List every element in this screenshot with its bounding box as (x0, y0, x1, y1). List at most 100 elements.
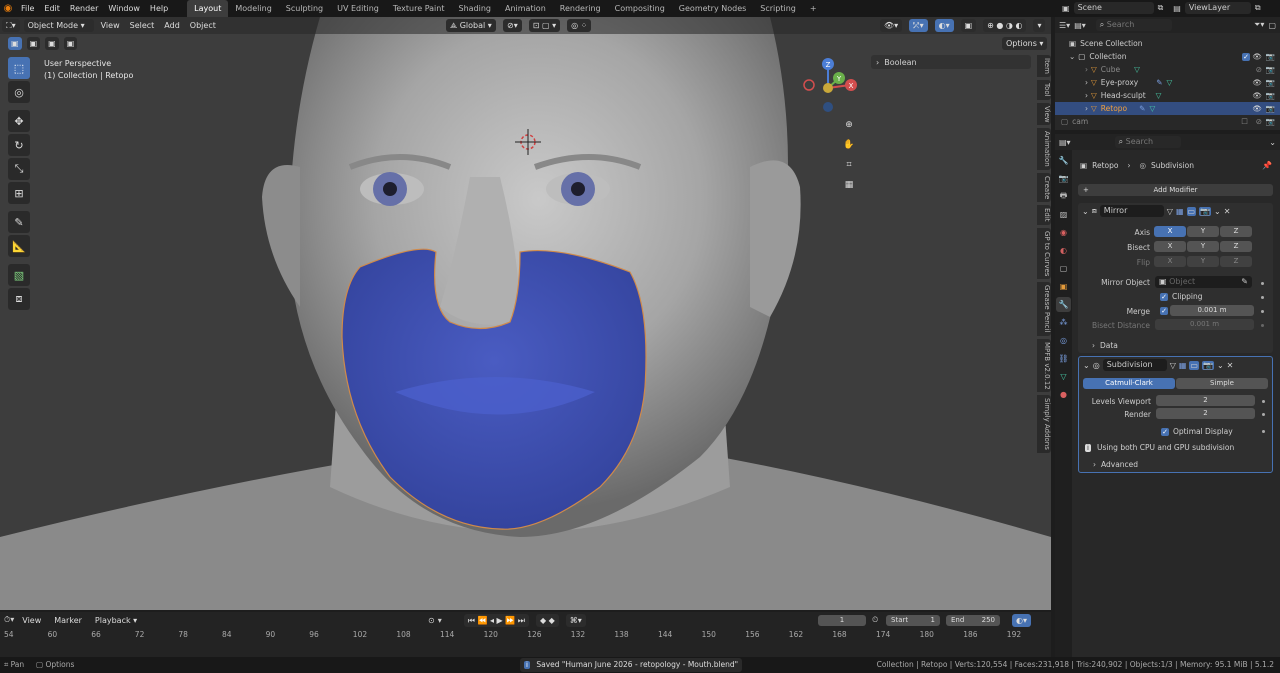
visibility-icon[interactable]: 👁 (1252, 89, 1262, 102)
copy-scene-icon[interactable]: ⧉ (1158, 3, 1164, 13)
modifier-properties-icon[interactable]: 🔧 (1056, 297, 1071, 312)
render-toggle-icon[interactable]: 📷 (1201, 360, 1214, 370)
visibility-icon[interactable]: ⊘ (1256, 115, 1262, 128)
constraints-properties-icon[interactable]: ⛓ (1056, 351, 1071, 366)
flip-z-button[interactable]: Z (1220, 256, 1252, 267)
move-tool-icon[interactable]: ✥ (8, 110, 30, 132)
ortho-grid-icon[interactable]: ▦ (840, 176, 858, 194)
tab-edit[interactable]: Edit (1037, 205, 1051, 225)
mirror-object-field[interactable]: ▣ Object ✎ (1155, 276, 1252, 288)
new-collection-icon[interactable]: ▢ (1268, 21, 1276, 30)
tab-tool[interactable]: Tool (1037, 79, 1051, 100)
tab-geometry-nodes[interactable]: Geometry Nodes (672, 0, 753, 17)
cage-icon[interactable]: ▦ (1176, 207, 1184, 216)
bisect-z-button[interactable]: Z (1220, 241, 1252, 252)
levels-viewport-field[interactable]: 2 (1156, 395, 1255, 406)
viewport-menu-view[interactable]: View (96, 21, 125, 30)
view-layer-properties-icon[interactable]: ▨ (1056, 207, 1071, 222)
view-layer-field[interactable]: ViewLayer (1184, 2, 1251, 14)
navigation-gizmo[interactable]: Z X Y (800, 55, 860, 115)
keyframe-dot-icon[interactable] (1261, 282, 1264, 285)
tab-simply-addons[interactable]: Simply Addons (1037, 395, 1051, 454)
options-dropdown[interactable]: Options ▾ (1002, 37, 1048, 50)
axis-y-button[interactable]: Y (1187, 226, 1219, 237)
edit-mode-icon[interactable]: ▽ (1167, 207, 1173, 216)
current-frame-field[interactable]: 1 (818, 615, 866, 626)
edit-mode-icon[interactable]: ▽ (1170, 361, 1176, 370)
viewport-display-icon[interactable]: ▭ (1189, 360, 1199, 370)
dropdown-icon[interactable]: ⌄ (1217, 361, 1224, 370)
rotate-tool-icon[interactable]: ↻ (8, 134, 30, 156)
add-modifier-button[interactable]: + Add Modifier (1078, 184, 1273, 196)
tab-sculpting[interactable]: Sculpting (279, 0, 330, 17)
clipping-checkbox[interactable]: ✓ (1160, 292, 1168, 301)
camera-view-icon[interactable]: ⌗ (840, 156, 858, 174)
auto-key-icon[interactable]: ⌘▾ (565, 614, 586, 627)
proportional-editing-button[interactable]: ◎ ⁘ (567, 19, 592, 32)
scale-tool-icon[interactable]: ⤡ (8, 158, 30, 180)
tab-texture-paint[interactable]: Texture Paint (386, 0, 452, 17)
tab-animation[interactable]: Animation (1037, 128, 1051, 170)
visibility-icon[interactable]: ⊘ (1256, 63, 1262, 76)
tab-item[interactable]: Item (1037, 55, 1051, 77)
catmull-clark-button[interactable]: Catmull-Clark (1083, 378, 1175, 389)
transport-buttons[interactable]: ⏮ ⏪ ◂ ▶ ⏩ ⏭ (463, 614, 529, 627)
subdivision-name-field[interactable]: Subdivision (1102, 359, 1167, 371)
add-workspace-button[interactable]: + (803, 0, 824, 17)
optimal-display-row[interactable]: ✓ Optimal Display (1161, 427, 1233, 436)
render-icon[interactable]: 📷 (1266, 63, 1275, 76)
chevron-down-icon[interactable]: ⌄ (1082, 207, 1089, 216)
collection-row[interactable]: ⌄ ▢ Collection ✓ 👁 📷 (1055, 50, 1280, 63)
scene-collection-row[interactable]: ▣ Scene Collection (1055, 37, 1280, 50)
display-mode-icon[interactable]: ▤▾ (1074, 21, 1086, 30)
properties-search-input[interactable]: ⌕ Search (1114, 136, 1181, 148)
timeline-menu-playback[interactable]: Playback ▾ (90, 616, 142, 625)
tab-create[interactable]: Create (1037, 172, 1051, 203)
add-cube-tool-icon[interactable]: ▧ (8, 264, 30, 286)
blender-logo-icon[interactable]: ◉ (0, 3, 16, 14)
properties-editor-icon[interactable]: ▤▾ (1059, 138, 1071, 147)
extrude-tool-icon[interactable]: ⧈ (8, 288, 30, 310)
pivot-point-dropdown[interactable]: ⊘▾ (503, 19, 522, 32)
render-icon[interactable]: 📷 (1266, 89, 1275, 102)
keyframe-dot-icon[interactable] (1261, 296, 1264, 299)
tab-uv-editing[interactable]: UV Editing (330, 0, 386, 17)
keying-dropdown-icon[interactable]: ▾ (438, 616, 442, 625)
close-icon[interactable]: ✕ (1227, 361, 1234, 370)
3d-viewport[interactable] (0, 17, 1051, 610)
tab-grease-pencil[interactable]: Grease Pencil (1037, 282, 1051, 336)
clock-icon[interactable]: ⏲ (872, 615, 878, 625)
physics-properties-icon[interactable]: ◎ (1056, 333, 1071, 348)
select-subtract-icon[interactable]: ▣ (45, 37, 59, 50)
visibility-icon[interactable]: 👁 (1252, 102, 1262, 115)
tool-settings-icon[interactable]: 🔧 (1056, 153, 1071, 168)
shading-modes[interactable]: ⊕ ● ◑ ◐ (983, 19, 1027, 32)
material-properties-icon[interactable]: ● (1056, 387, 1071, 402)
object-properties-icon[interactable]: ▣ (1056, 279, 1071, 294)
keyframe-dot-icon[interactable] (1262, 413, 1265, 416)
outliner-editor-icon[interactable]: ☰▾ (1059, 21, 1070, 30)
editor-type-button[interactable]: ⛶▾ (2, 19, 20, 32)
collection-render-icon[interactable]: 📷 (1266, 50, 1275, 63)
close-icon[interactable]: ✕ (1224, 207, 1231, 216)
render-properties-icon[interactable]: 📷 (1056, 171, 1071, 186)
world-properties-icon[interactable]: ◐ (1056, 243, 1071, 258)
chevron-down-icon[interactable]: ⌄ (1269, 138, 1276, 147)
viewport-menu-select[interactable]: Select (125, 21, 160, 30)
cursor-tool-icon[interactable]: ◎ (8, 81, 30, 103)
object-mode-dropdown[interactable]: Object Mode ▾ (23, 19, 94, 32)
visibility-icon[interactable]: 👁 (1252, 76, 1262, 89)
flip-x-button[interactable]: X (1154, 256, 1186, 267)
viewport-menu-add[interactable]: Add (159, 21, 185, 30)
menu-render[interactable]: Render (65, 0, 103, 17)
outliner-item-cube[interactable]: › ▽ Cube ▽ ⊘ 📷 (1055, 63, 1280, 76)
eyedropper-icon[interactable]: ✎ (1241, 276, 1248, 288)
collection-properties-icon[interactable]: ▢ (1056, 261, 1071, 276)
snap-dropdown[interactable]: ⊡ ▢ ▾ (528, 19, 561, 32)
outliner-item-cam[interactable]: ▢ cam ☐ ⊘ 📷 (1055, 115, 1280, 128)
outliner-item-retopo[interactable]: › ▽ Retopo ✎ ▽ 👁 📷 (1055, 102, 1280, 115)
dropdown-icon[interactable]: ⌄ (1214, 207, 1221, 216)
boolean-panel-header[interactable]: › Boolean (871, 55, 1031, 69)
render-icon[interactable]: 📷 (1266, 115, 1275, 128)
filter-icon[interactable]: ⏷▾ (1254, 20, 1264, 30)
